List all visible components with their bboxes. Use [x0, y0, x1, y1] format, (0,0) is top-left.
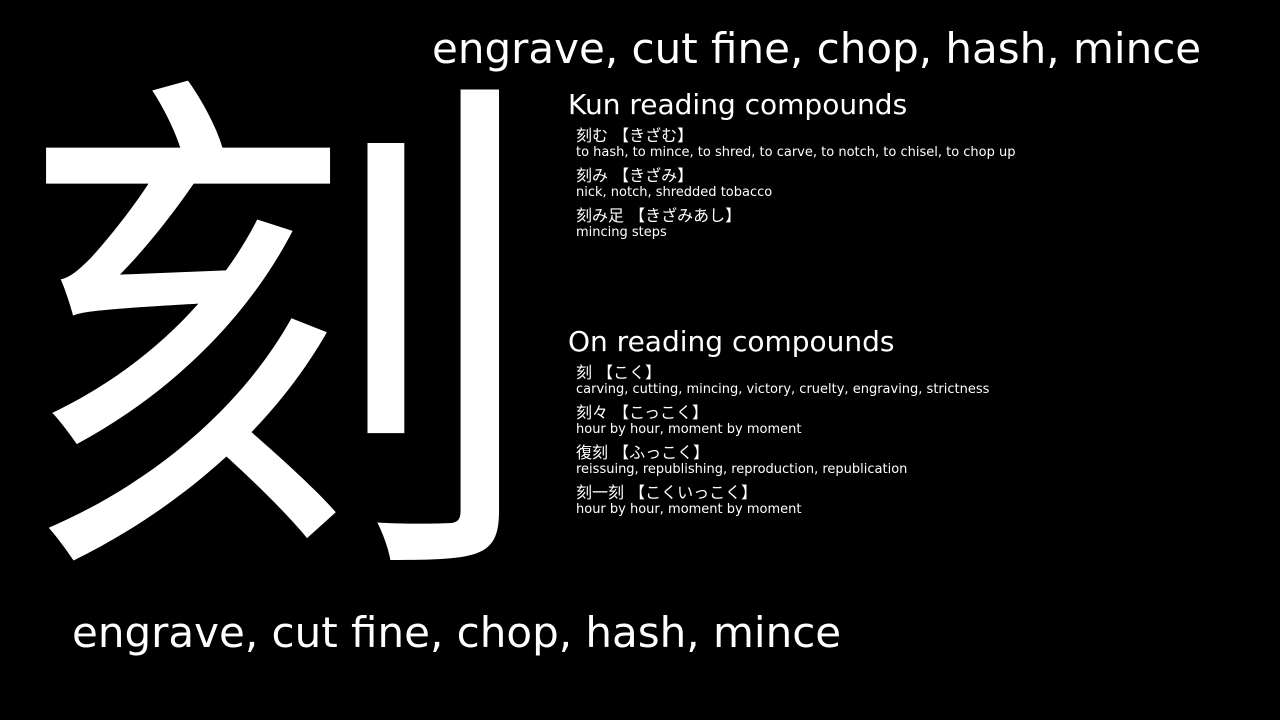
- kun-compounds-section: Kun reading compounds 刻む 【きざむ】 to hash, …: [568, 88, 1268, 246]
- kun-entry-gloss: to hash, to mince, to shred, to carve, t…: [576, 145, 1016, 160]
- on-entry-gloss: hour by hour, moment by moment: [576, 422, 802, 437]
- kun-entry-gloss: nick, notch, shredded tobacco: [576, 185, 773, 200]
- on-entry: 刻々 【こっこく】 hour by hour, moment by moment: [576, 403, 1268, 438]
- on-entry-word: 刻々 【こっこく】: [576, 403, 708, 422]
- on-section-title: On reading compounds: [568, 325, 895, 358]
- on-entry-word: 復刻 【ふっこく】: [576, 443, 710, 462]
- kun-entry-gloss: mincing steps: [576, 225, 667, 240]
- kun-entry-word: 刻む 【きざむ】: [576, 126, 694, 145]
- kun-entry: 刻み足 【きざみあし】 mincing steps: [576, 206, 1268, 241]
- on-entry-gloss: carving, cutting, mincing, victory, crue…: [576, 382, 990, 397]
- kun-entry-word: 刻み足 【きざみあし】: [576, 206, 742, 225]
- on-entry: 刻 【こく】 carving, cutting, mincing, victor…: [576, 363, 1268, 398]
- on-compounds-section: On reading compounds 刻 【こく】 carving, cut…: [568, 325, 1268, 523]
- meaning-heading-top: engrave, cut fine, chop, hash, mince: [432, 24, 1202, 73]
- on-entry-gloss: reissuing, republishing, reproduction, r…: [576, 462, 908, 477]
- meaning-heading-bottom: engrave, cut fine, chop, hash, mince: [72, 608, 842, 657]
- on-entry-word: 刻 【こく】: [576, 363, 662, 382]
- kun-entry: 刻む 【きざむ】 to hash, to mince, to shred, to…: [576, 126, 1268, 161]
- on-entry: 復刻 【ふっこく】 reissuing, republishing, repro…: [576, 443, 1268, 478]
- kun-section-title: Kun reading compounds: [568, 88, 908, 121]
- on-entry: 刻一刻 【こくいっこく】 hour by hour, moment by mom…: [576, 483, 1268, 518]
- kanji-character: 刻: [18, 60, 538, 620]
- on-entry-word: 刻一刻 【こくいっこく】: [576, 483, 758, 502]
- on-entry-gloss: hour by hour, moment by moment: [576, 502, 802, 517]
- kun-entry: 刻み 【きざみ】 nick, notch, shredded tobacco: [576, 166, 1268, 201]
- kun-entry-word: 刻み 【きざみ】: [576, 166, 694, 185]
